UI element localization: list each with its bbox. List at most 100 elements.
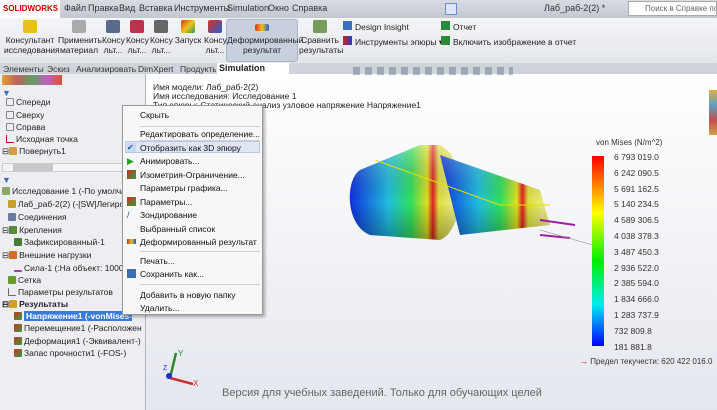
help-search-input[interactable]: Поиск в Справке по S (628, 1, 717, 16)
menu-item-hide[interactable]: Скрыть (140, 110, 169, 120)
compare-icon (313, 20, 327, 33)
panel-tabs-icons[interactable] (2, 75, 62, 85)
menu-tools[interactable]: Инструменты (174, 3, 230, 13)
legend-value: 3 487 450.3 (614, 246, 659, 257)
task-pane-tabs[interactable] (709, 90, 717, 135)
menu-file[interactable]: Файл (64, 3, 86, 13)
menu-item-show-3d[interactable]: Отобразить как 3D эпюру (140, 143, 241, 153)
menu-item-settings[interactable]: Параметры... (140, 197, 192, 207)
menu-help[interactable]: Справка (292, 3, 327, 13)
menu-item-animate[interactable]: Анимировать... (140, 156, 200, 166)
legend-value: 5 691 162.5 (614, 183, 659, 194)
menu-window[interactable]: Окно (268, 3, 289, 13)
play-icon: ▶ (127, 156, 134, 166)
menu-item-print[interactable]: Печать... (140, 256, 175, 266)
loads-advisor-button[interactable]: Консу льт... (150, 20, 173, 55)
study-advisor-button[interactable]: Консультант исследования (4, 20, 60, 55)
tree-item-external-loads[interactable]: ⊟ Внешние нагрузки (2, 250, 91, 261)
result-options-icon (8, 288, 16, 296)
design-insight-button[interactable]: Design Insight (343, 21, 409, 32)
loads-icon (9, 251, 18, 259)
tree-item-force[interactable]: Сила-1 (:На объект: 1000 N:) (14, 263, 122, 273)
menu-item-deformed-result[interactable]: Деформированный результат (140, 237, 257, 247)
filter-icon-2[interactable]: ▼ (2, 175, 11, 185)
folder-icon (9, 300, 18, 308)
solidworks-logo: SOLIDWORKS (0, 0, 60, 18)
fixtures-icon (9, 226, 18, 234)
deformed-result-button[interactable]: Деформированный результат (227, 20, 303, 55)
context-menu: Скрыть Редактировать определение... ✔ От… (122, 105, 263, 315)
tab-features[interactable]: Элементы (3, 64, 44, 74)
plot-tools-button[interactable]: Инструменты эпюры ▾ (343, 36, 443, 48)
tree-item-study[interactable]: Исследование 1 (-По умолчанию-) (2, 186, 122, 196)
tree-item-right[interactable]: Справа (6, 122, 45, 132)
axis-z-label: Z (163, 365, 168, 372)
tree-item-stress[interactable]: Напряжение1 (-vonMises-) (14, 311, 132, 321)
select-tool-icon[interactable] (445, 3, 457, 15)
tree-item-revolve[interactable]: ⊟ Повернуть1 (2, 146, 66, 157)
origin-icon (6, 135, 14, 143)
tree-item-displacement[interactable]: Перемещение1 (-Расположение-) (14, 323, 142, 333)
tree-item-top[interactable]: Сверху (6, 110, 44, 120)
tree-item-fos[interactable]: Запас прочности1 (-FOS-) (14, 348, 126, 358)
menu-simulation[interactable]: Simulation (227, 3, 269, 13)
tab-dimxpert[interactable]: DimXpert (138, 64, 173, 74)
plot-icon (14, 337, 22, 345)
probe-leader-line (539, 229, 600, 248)
legend-title: von Mises (N/m^2) (596, 138, 663, 147)
heads-up-view-toolbar[interactable] (353, 67, 513, 75)
force-arrow (539, 234, 571, 239)
settings-icon (127, 197, 136, 206)
fixed-icon (14, 238, 22, 246)
tree-item-results[interactable]: ⊟ Результаты (2, 299, 68, 310)
tree-item-origin[interactable]: Исходная точка (6, 134, 78, 144)
tree-item-result-options[interactable]: Параметры результатов (8, 287, 113, 297)
tree-item-fixed[interactable]: Зафиксированный-1 (14, 237, 105, 247)
menu-item-iso-clipping[interactable]: Изометрия-Ограничение... (140, 170, 245, 180)
results-advisor-button[interactable]: Консу льт... (204, 20, 227, 55)
tree-item-mesh[interactable]: Сетка (8, 275, 41, 285)
scrollbar-thumb[interactable] (13, 164, 53, 171)
report-button[interactable]: Отчет (441, 21, 476, 32)
legend-value: 4 038 378.3 (614, 231, 659, 241)
menu-item-save-as[interactable]: Сохранить как... (140, 269, 204, 279)
legend-value: 1 283 737.9 (614, 310, 659, 320)
run-button[interactable]: Запуск (174, 20, 202, 45)
menu-edit[interactable]: Правка (88, 3, 118, 13)
menu-item-chart-options[interactable]: Параметры графика... (140, 183, 228, 193)
axis-y-label: Y (178, 349, 184, 358)
menu-insert[interactable]: Вставка (139, 3, 172, 13)
apply-material-button[interactable]: Применить материал (58, 20, 102, 55)
include-image-icon (441, 36, 450, 45)
plane-icon (6, 123, 14, 131)
compare-results-button[interactable]: Сравнить результаты (299, 20, 343, 55)
menu-item-delete[interactable]: Удалить... (140, 303, 180, 313)
tree-item-strain[interactable]: Деформация1 (-Эквивалент-) (14, 336, 141, 346)
tab-sketch[interactable]: Эскиз (47, 64, 70, 74)
menu-view[interactable]: Вид (119, 3, 135, 13)
plane-icon (6, 98, 14, 106)
deformed-icon (127, 239, 136, 244)
tab-simulation[interactable]: Simulation (217, 63, 289, 74)
checkmark-icon: ✔ (127, 143, 136, 152)
legend-value: 1 834 666.0 (614, 294, 659, 305)
tree-item-fixtures[interactable]: ⊟ Крепления (2, 225, 62, 236)
loads-icon (154, 20, 168, 33)
menu-item-list-selected[interactable]: Выбранный список (140, 224, 215, 234)
horizontal-scrollbar[interactable] (2, 163, 124, 172)
axis-x-label: X (193, 379, 199, 388)
tree-item-front[interactable]: Спереди (6, 97, 50, 107)
tree-item-connections[interactable]: Соединения (8, 212, 67, 222)
menu-item-add-folder[interactable]: Добавить в новую папку (140, 290, 236, 300)
tree-item-part[interactable]: Лаб_раб-2(2) (-[SW]Легированная сталь-) (8, 199, 122, 209)
connections-advisor-button[interactable]: Консу льт... (102, 20, 125, 55)
run-icon (181, 20, 195, 33)
include-image-button[interactable]: Включить изображение в отчет (441, 36, 576, 47)
tab-office-products[interactable]: Продукты Office (180, 64, 216, 74)
menu-item-probe[interactable]: Зондирование (140, 210, 197, 220)
menu-item-edit-definition[interactable]: Редактировать определение... (140, 129, 260, 139)
legend-value: 2 936 522.0 (614, 262, 659, 273)
tab-evaluate[interactable]: Анализировать (76, 64, 136, 74)
fixtures-advisor-button[interactable]: Консу льт... (126, 20, 149, 55)
stress-plot-model[interactable] (300, 125, 600, 265)
